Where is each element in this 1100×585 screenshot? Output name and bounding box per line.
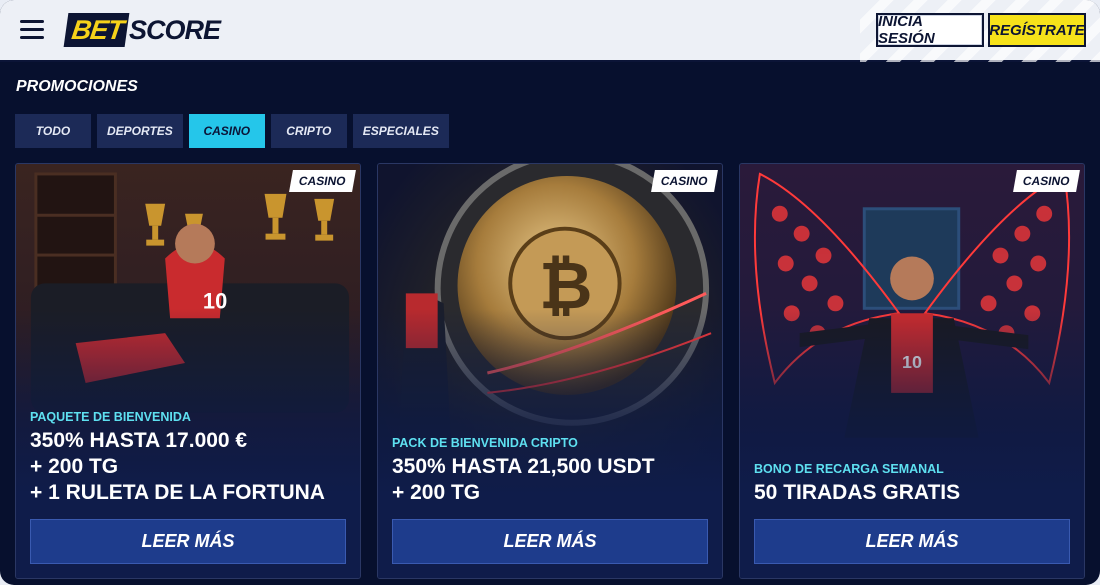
tab-casino[interactable]: CASINO <box>188 114 265 148</box>
category-badge: CASINO <box>1013 170 1080 192</box>
card-headline-line: + 200 TG <box>30 455 119 478</box>
logo-score-text: SCORE <box>129 14 221 45</box>
read-more-button[interactable]: LEER MÁS <box>392 519 708 564</box>
category-badge: CASINO <box>289 170 356 192</box>
register-button[interactable]: REGÍSTRATE <box>988 13 1086 47</box>
hamburger-menu-icon[interactable] <box>20 20 44 42</box>
card-text-block: BONO DE RECARGA SEMANAL 50 TIRADAS GRATI… <box>754 462 1070 506</box>
card-headline-line: + 200 TG <box>392 481 481 504</box>
card-kicker: BONO DE RECARGA SEMANAL <box>754 462 944 476</box>
page: BET SCORE INICIA SESIÓN REGÍSTRATE PROMO… <box>0 0 1100 585</box>
card-headline-line: 350% HASTA 21,500 USDT <box>392 455 655 478</box>
promo-filter-tabs: TODO DEPORTES CASINO CRIPTO ESPECIALES <box>15 114 449 148</box>
tab-todo[interactable]: TODO <box>15 114 91 148</box>
promo-card-reload[interactable]: 10 CASINO BONO DE RECARGA SEMANAL 50 TIR… <box>739 163 1085 579</box>
card-kicker: PACK DE BIENVENIDA CRIPTO <box>392 436 578 450</box>
card-headline-line: + 1 RULETA DE LA FORTUNA <box>30 481 325 504</box>
card-gradient-overlay <box>378 164 722 578</box>
promo-card-welcome[interactable]: 10 CASINO PAQUETE DE BIENVENIDA 350% HAS… <box>15 163 361 579</box>
logo-bet-text: BET <box>63 13 130 47</box>
card-headline-line: 350% HASTA 17.000 € <box>30 429 248 452</box>
read-more-button[interactable]: LEER MÁS <box>754 519 1070 564</box>
promo-card-crypto[interactable]: ₿ CASINO PACK DE BIENVENIDA CRIPTO 350% … <box>377 163 723 579</box>
card-gradient-overlay <box>16 164 360 578</box>
card-text-block: PACK DE BIENVENIDA CRIPTO 350% HASTA 21,… <box>392 436 708 506</box>
page-title: PROMOCIONES <box>16 78 138 95</box>
tab-especiales[interactable]: ESPECIALES <box>352 114 449 148</box>
card-gradient-overlay <box>740 164 1084 578</box>
login-button[interactable]: INICIA SESIÓN <box>876 13 984 47</box>
card-text-block: PAQUETE DE BIENVENIDA 350% HASTA 17.000 … <box>30 410 346 506</box>
tab-deportes[interactable]: DEPORTES <box>97 114 183 148</box>
card-kicker: PAQUETE DE BIENVENIDA <box>30 410 191 424</box>
betscore-logo[interactable]: BET SCORE <box>63 13 221 47</box>
category-badge: CASINO <box>651 170 718 192</box>
tab-cripto[interactable]: CRIPTO <box>270 114 347 148</box>
read-more-button[interactable]: LEER MÁS <box>30 519 346 564</box>
top-header: BET SCORE INICIA SESIÓN REGÍSTRATE <box>0 0 1100 62</box>
card-headline-line: 50 TIRADAS GRATIS <box>754 481 961 504</box>
